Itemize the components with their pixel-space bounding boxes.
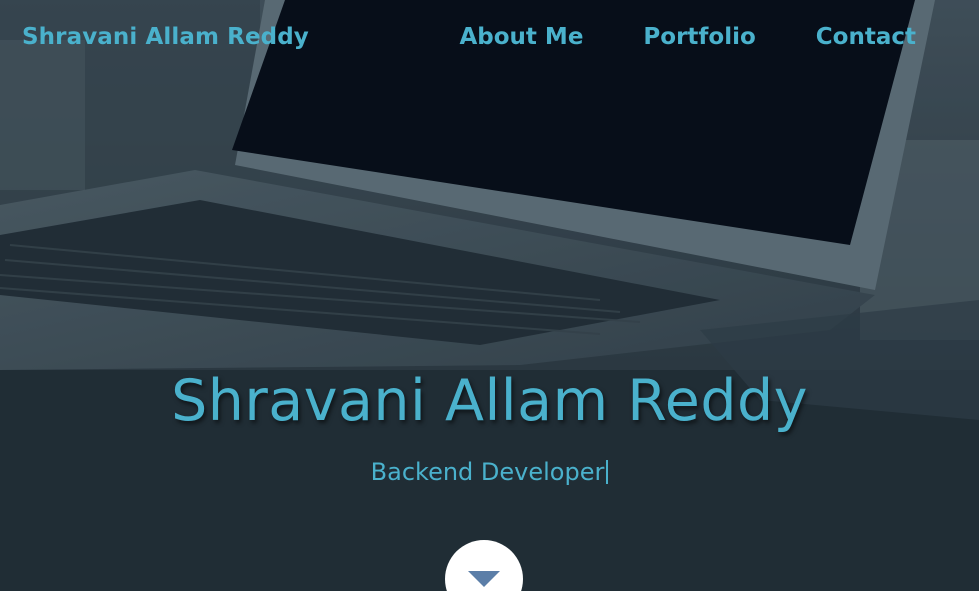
chevron-down-icon [468, 571, 500, 587]
hero-title: Shravani Allam Reddy [171, 368, 808, 434]
nav-links: About Me Portfolio Contact [459, 24, 916, 50]
nav-contact[interactable]: Contact [816, 24, 916, 50]
hero-subtitle-wrap: Backend Developer [0, 458, 979, 486]
hero-subtitle: Backend Developer [370, 458, 605, 486]
brand-link[interactable]: Shravani Allam Reddy [22, 24, 309, 50]
hero-section: Shravani Allam Reddy About Me Portfolio … [0, 0, 979, 591]
nav-portfolio[interactable]: Portfolio [643, 24, 755, 50]
dark-overlay [0, 0, 979, 591]
typing-cursor [606, 460, 609, 484]
navbar: Shravani Allam Reddy About Me Portfolio … [0, 0, 979, 78]
nav-about-me[interactable]: About Me [459, 24, 583, 50]
